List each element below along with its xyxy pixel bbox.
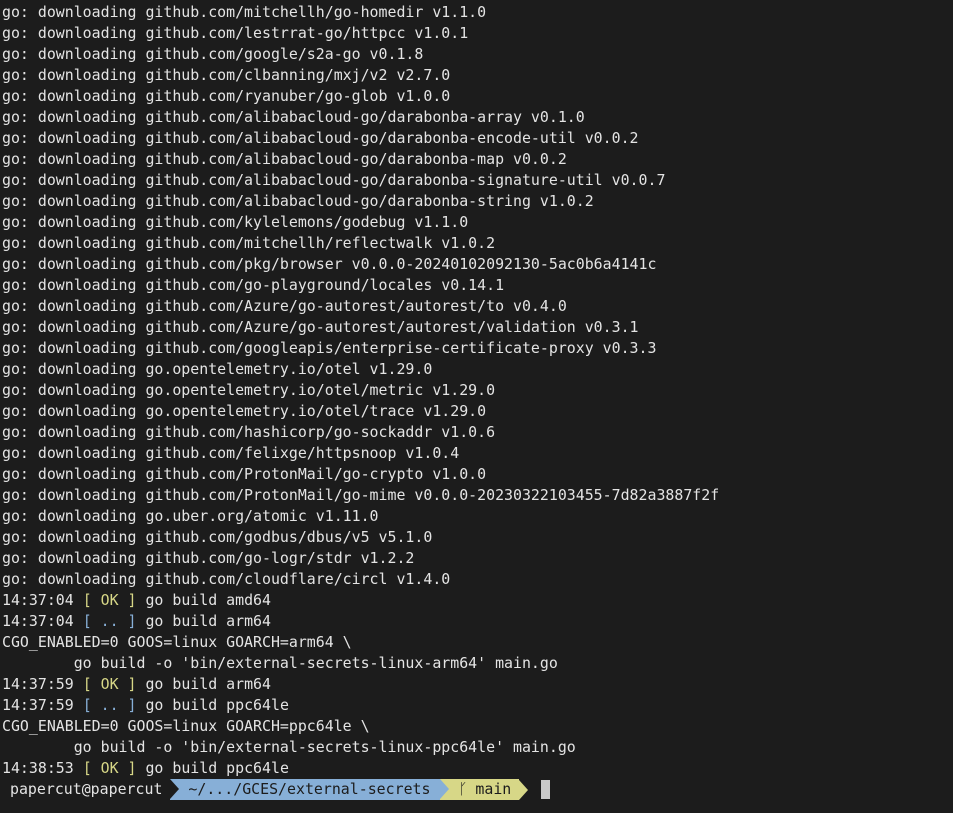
output-line: go: downloading github.com/ProtonMail/go… bbox=[2, 486, 720, 504]
build-message: go build ppc64le bbox=[145, 696, 289, 714]
output-line: go: downloading github.com/alibabacloud-… bbox=[2, 108, 585, 126]
timestamp: 14:37:59 bbox=[2, 675, 74, 693]
timestamp: 14:37:04 bbox=[2, 612, 74, 630]
build-message: go build ppc64le bbox=[145, 759, 289, 777]
output-line: go: downloading github.com/go-playground… bbox=[2, 276, 505, 294]
output-line: go: downloading github.com/alibabacloud-… bbox=[2, 150, 567, 168]
output-line: go: downloading go.opentelemetry.io/otel… bbox=[2, 360, 433, 378]
git-branch-icon: ᚴ bbox=[458, 780, 468, 798]
output-line: go: downloading github.com/go-logr/stdr … bbox=[2, 549, 415, 567]
output-line: go: downloading go.opentelemetry.io/otel… bbox=[2, 381, 496, 399]
output-line: go: downloading github.com/Azure/go-auto… bbox=[2, 318, 639, 336]
status-pending: [ .. ] bbox=[82, 696, 137, 714]
output-line: go: downloading github.com/cloudflare/ci… bbox=[2, 570, 451, 588]
build-output: 14:37:04 [ OK ] go build amd64 14:37:04 … bbox=[0, 590, 953, 779]
output-line: go: downloading go.uber.org/atomic v1.11… bbox=[2, 507, 379, 525]
output-line: go: downloading github.com/felixge/https… bbox=[2, 444, 460, 462]
command-line: go build -o 'bin/external-secrets-linux-… bbox=[2, 738, 576, 756]
terminal-window[interactable]: go: downloading github.com/mitchellh/go-… bbox=[0, 0, 953, 813]
output-line: go: downloading github.com/google/s2a-go… bbox=[2, 45, 424, 63]
output-line: go: downloading github.com/alibabacloud-… bbox=[2, 129, 639, 147]
command-line: CGO_ENABLED=0 GOOS=linux GOARCH=arm64 \ bbox=[2, 633, 352, 651]
output-line: go: downloading github.com/alibabacloud-… bbox=[2, 171, 666, 189]
timestamp: 14:37:59 bbox=[2, 696, 74, 714]
build-message: go build amd64 bbox=[145, 591, 271, 609]
build-message: go build arm64 bbox=[145, 612, 271, 630]
build-log-line: 14:37:04 [ .. ] go build arm64 bbox=[0, 611, 953, 632]
download-output: go: downloading github.com/mitchellh/go-… bbox=[0, 2, 953, 590]
output-line: go: downloading go.opentelemetry.io/otel… bbox=[2, 402, 487, 420]
output-line: go: downloading github.com/mitchellh/go-… bbox=[2, 3, 487, 21]
prompt-user-host: papercut@papercut bbox=[10, 780, 163, 798]
output-line: go: downloading github.com/lestrrat-go/h… bbox=[2, 24, 469, 42]
output-line: go: downloading github.com/alibabacloud-… bbox=[2, 192, 594, 210]
output-line: go: downloading github.com/googleapis/en… bbox=[2, 339, 657, 357]
output-line: go: downloading github.com/godbus/dbus/v… bbox=[2, 528, 433, 546]
status-ok: [ OK ] bbox=[82, 591, 137, 609]
output-line: go: downloading github.com/ryanuber/go-g… bbox=[2, 87, 451, 105]
status-ok: [ OK ] bbox=[82, 675, 137, 693]
prompt-branch-segment: ᚴ main bbox=[440, 779, 520, 800]
command-line: go build -o 'bin/external-secrets-linux-… bbox=[2, 654, 558, 672]
text-cursor[interactable] bbox=[541, 780, 551, 799]
prompt-path-segment: ~/.../GCES/external-secrets bbox=[170, 779, 441, 800]
prompt-segment-end bbox=[519, 779, 529, 800]
status-pending: [ .. ] bbox=[82, 612, 137, 630]
build-log-line: 14:37:59 [ .. ] go build ppc64le bbox=[0, 695, 953, 716]
command-line: CGO_ENABLED=0 GOOS=linux GOARCH=ppc64le … bbox=[2, 717, 370, 735]
output-line: go: downloading github.com/kylelemons/go… bbox=[2, 213, 469, 231]
output-line: go: downloading github.com/Azure/go-auto… bbox=[2, 297, 567, 315]
shell-prompt[interactable]: papercut@papercut ~/.../GCES/external-se… bbox=[0, 779, 953, 800]
prompt-path: ~/.../GCES/external-secrets bbox=[188, 780, 431, 798]
build-log-line: 14:37:59 [ OK ] go build arm64 bbox=[0, 674, 953, 695]
build-log-line: 14:37:04 [ OK ] go build amd64 bbox=[0, 590, 953, 611]
output-line: go: downloading github.com/hashicorp/go-… bbox=[2, 423, 496, 441]
output-line: go: downloading github.com/mitchellh/ref… bbox=[2, 234, 496, 252]
output-line: go: downloading github.com/pkg/browser v… bbox=[2, 255, 657, 273]
prompt-branch: main bbox=[475, 780, 512, 798]
timestamp: 14:38:53 bbox=[2, 759, 74, 777]
status-ok: [ OK ] bbox=[82, 759, 137, 777]
output-line: go: downloading github.com/clbanning/mxj… bbox=[2, 66, 451, 84]
build-log-line: 14:38:53 [ OK ] go build ppc64le bbox=[0, 758, 953, 779]
output-line: go: downloading github.com/ProtonMail/go… bbox=[2, 465, 487, 483]
timestamp: 14:37:04 bbox=[2, 591, 74, 609]
build-message: go build arm64 bbox=[145, 675, 271, 693]
